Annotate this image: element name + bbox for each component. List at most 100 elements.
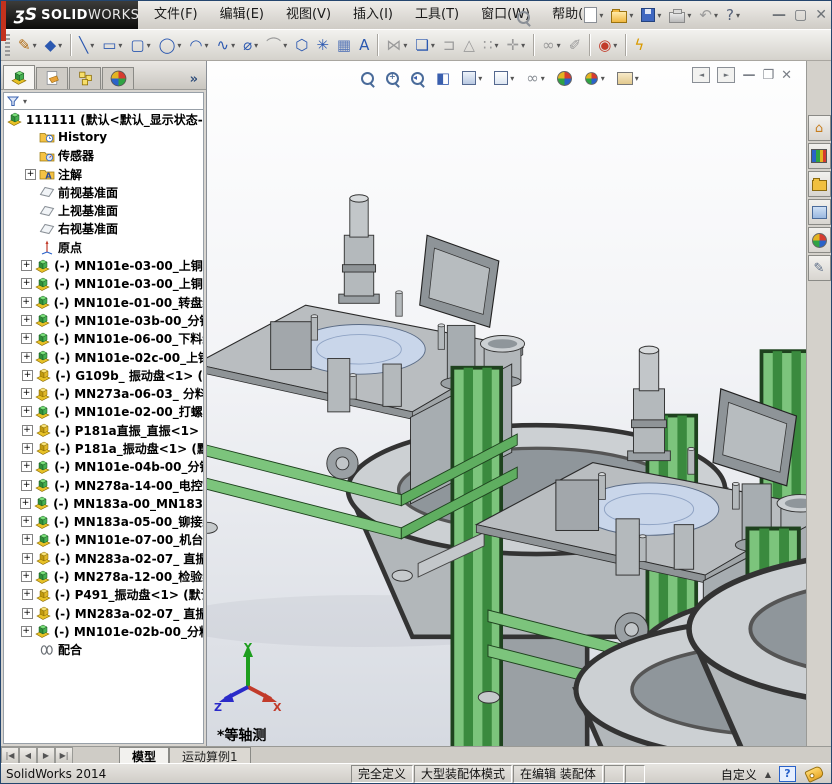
repair-sketch-button[interactable]: ✐ bbox=[565, 31, 586, 59]
doc-restore-button[interactable]: ❐ bbox=[762, 68, 774, 83]
expand-toggle[interactable]: + bbox=[21, 314, 33, 326]
help-button[interactable]: ? ▾ bbox=[723, 3, 743, 27]
file-explorer-button[interactable] bbox=[807, 171, 831, 197]
mirror-entities-button[interactable]: ⋈ ▾ bbox=[382, 31, 411, 59]
tree-item[interactable]: + (-) G109b_ 振动盘<1> (默认 bbox=[4, 366, 203, 384]
minimize-button[interactable]: — bbox=[772, 7, 786, 23]
view-orientation-button[interactable]: ▾ bbox=[458, 65, 486, 91]
tab-displaymanager[interactable] bbox=[102, 67, 134, 89]
hide-show-items-dropdown-arrow[interactable]: ▾ bbox=[541, 74, 545, 83]
open-button[interactable]: ▾ bbox=[608, 3, 636, 27]
tree-item[interactable]: + (-) MN278a-12-00_检验组<1> bbox=[4, 567, 203, 585]
smart-dimension-dropdown-arrow[interactable]: ▾ bbox=[58, 41, 62, 50]
sketch-fillet-button[interactable]: ⌒ ▾ bbox=[262, 31, 291, 59]
tree-item[interactable]: 上视基准面 bbox=[4, 201, 203, 219]
tree-item[interactable]: + (-) MN283a-02-07_ 直振底板 bbox=[4, 549, 203, 567]
mirror-entities-dropdown-arrow[interactable]: ▾ bbox=[403, 41, 407, 50]
search-icon[interactable] bbox=[517, 9, 530, 28]
tree-root-item[interactable]: 111111 (默认<默认_显示状态-1 bbox=[4, 110, 203, 128]
view-settings-button[interactable]: ▾ bbox=[613, 65, 643, 91]
display-relations-button[interactable]: ∞ ▾ bbox=[538, 31, 565, 59]
menu-item-2[interactable]: 视图(V) bbox=[275, 1, 342, 29]
apply-scene-dropdown-arrow[interactable]: ▾ bbox=[601, 74, 605, 83]
quick-tips-icon[interactable]: ? bbox=[779, 766, 796, 782]
tab-scroll-button-1[interactable]: ◀ bbox=[19, 747, 37, 764]
assembly-model[interactable] bbox=[207, 61, 807, 746]
previous-view-button[interactable] bbox=[407, 65, 428, 91]
tree-item[interactable]: + (-) MN283a-02-07_ 直振底板 bbox=[4, 604, 203, 622]
expand-toggle[interactable]: + bbox=[21, 589, 33, 601]
tree-item[interactable]: History bbox=[4, 128, 203, 146]
tree-item[interactable]: + (-) MN183a-05-00_铆接组<1> bbox=[4, 513, 203, 531]
expand-toggle[interactable]: + bbox=[21, 406, 33, 418]
tree-item[interactable]: + (-) P181a直振_直振<1> (默认 bbox=[4, 421, 203, 439]
edit-appearance-button[interactable] bbox=[553, 65, 576, 91]
sketch-dropdown-arrow[interactable]: ▾ bbox=[33, 41, 37, 50]
tab-propertymanager[interactable] bbox=[36, 67, 68, 89]
tab-scroll-button-2[interactable]: ▶ bbox=[37, 747, 55, 764]
close-button[interactable]: ✕ bbox=[815, 7, 827, 23]
expand-toggle[interactable]: + bbox=[21, 424, 33, 436]
customize-arrow-icon[interactable]: ▲ bbox=[765, 770, 771, 779]
section-view-button[interactable]: ◧ bbox=[432, 65, 454, 91]
zoom-to-area-button[interactable] bbox=[382, 65, 403, 91]
expand-toggle[interactable]: + bbox=[21, 534, 33, 546]
view-settings-dropdown-arrow[interactable]: ▾ bbox=[635, 74, 639, 83]
tree-item[interactable]: + (-) P181a_振动盘<1> (默认< bbox=[4, 439, 203, 457]
move-entities-dropdown-arrow[interactable]: ▾ bbox=[521, 41, 525, 50]
ellipse-button[interactable]: ⌀ ▾ bbox=[239, 31, 262, 59]
appearances-button[interactable] bbox=[807, 227, 831, 253]
hide-show-items-button[interactable]: ∞ ▾ bbox=[522, 65, 549, 91]
tree-item[interactable]: + (-) MN101e-03-00_上铜柱组< bbox=[4, 256, 203, 274]
doc-close-button[interactable]: ✕ bbox=[781, 68, 792, 83]
linear-sketch-pattern-button[interactable]: ∷ ▾ bbox=[479, 31, 503, 59]
tree-item[interactable]: + (-) MN273a-06-03_ 分料斗<1 bbox=[4, 384, 203, 402]
spline-dropdown-arrow[interactable]: ▾ bbox=[231, 41, 235, 50]
undo-dropdown-arrow[interactable]: ▾ bbox=[714, 11, 718, 20]
expand-toggle[interactable]: + bbox=[21, 388, 33, 400]
point-button[interactable]: ✳ bbox=[312, 31, 333, 59]
expand-toggle[interactable]: + bbox=[21, 351, 33, 363]
display-style-dropdown-arrow[interactable]: ▾ bbox=[510, 74, 514, 83]
zoom-to-fit-button[interactable] bbox=[357, 65, 378, 91]
sketch-button[interactable]: ✎ ▾ bbox=[14, 31, 41, 59]
tree-item[interactable]: + (-) MN101e-04b-00_分铜片组 bbox=[4, 458, 203, 476]
expand-toggle[interactable]: + bbox=[21, 461, 33, 473]
tree-item[interactable]: 配合 bbox=[4, 641, 203, 659]
tab-featuremanager[interactable] bbox=[3, 65, 35, 89]
offset-entities-button[interactable]: ⊐ bbox=[439, 31, 460, 59]
status-customize[interactable]: 自定义 bbox=[715, 766, 763, 783]
make-block-button[interactable]: △ bbox=[459, 31, 479, 59]
straight-slot-button[interactable]: ▢ ▾ bbox=[126, 31, 154, 59]
expand-toggle[interactable]: + bbox=[21, 278, 33, 290]
tree-item[interactable]: + (-) MN101e-02-00_打螺丝组< bbox=[4, 403, 203, 421]
tree-item[interactable]: 原点 bbox=[4, 238, 203, 256]
tree-item[interactable]: + (-) MN101e-07-00_机台<1> bbox=[4, 531, 203, 549]
text-button[interactable]: A bbox=[355, 31, 373, 59]
expand-toggle[interactable]: + bbox=[20, 333, 32, 345]
save-button[interactable]: ▾ bbox=[638, 3, 664, 27]
tree-item[interactable]: + (-) MN101e-03-00_上铜柱组< bbox=[4, 275, 203, 293]
home-button[interactable]: ⌂ bbox=[807, 115, 831, 141]
circle-button[interactable]: ◯ ▾ bbox=[155, 31, 186, 59]
custom-properties-button[interactable]: ✎ bbox=[807, 255, 831, 281]
apply-scene-button[interactable]: ▾ bbox=[580, 65, 609, 91]
tree-item[interactable]: + (-) MN101e-02c-00_上铜柱组 bbox=[4, 348, 203, 366]
tab-scroll-button-0[interactable]: |◀ bbox=[1, 747, 19, 764]
tree-item[interactable]: + 注解 bbox=[4, 165, 203, 183]
expand-toggle[interactable]: + bbox=[25, 168, 36, 180]
expand-toggle[interactable]: + bbox=[20, 571, 32, 583]
new-dropdown-arrow[interactable]: ▾ bbox=[599, 11, 603, 20]
quick-snaps-dropdown-arrow[interactable]: ▾ bbox=[613, 41, 617, 50]
ellipse-dropdown-arrow[interactable]: ▾ bbox=[254, 41, 258, 50]
quick-snaps-button[interactable]: ◉ ▾ bbox=[594, 31, 621, 59]
expand-toggle[interactable]: + bbox=[21, 607, 33, 619]
expand-toggle[interactable]: + bbox=[20, 516, 32, 528]
tree-item[interactable]: + (-) P491_振动盘<1> (默认<< bbox=[4, 586, 203, 604]
undo-button[interactable]: ↶ ▾ bbox=[696, 3, 721, 27]
tree-item[interactable]: + (-) MN183a-00_MN183铆接机< bbox=[4, 494, 203, 512]
print-button[interactable]: ▾ bbox=[666, 3, 694, 27]
save-dropdown-arrow[interactable]: ▾ bbox=[657, 11, 661, 20]
display-style-button[interactable]: ▾ bbox=[490, 65, 518, 91]
expand-toggle[interactable]: + bbox=[21, 552, 33, 564]
